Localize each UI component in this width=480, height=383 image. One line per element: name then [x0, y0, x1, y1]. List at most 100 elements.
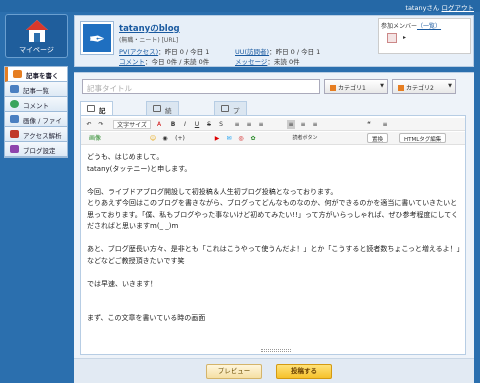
editor-frame: ↶ ↷ 文字サイズ A B I U S S ≡ ≡ ≡ ≡ ≡ ≡ “ ≡ 画像…	[80, 115, 466, 355]
blog-name-link[interactable]: tatanyのblog	[119, 22, 180, 34]
body-line	[87, 290, 463, 302]
twitter-icon[interactable]: ✉	[225, 134, 233, 143]
logout-link[interactable]: ログアウト	[442, 4, 475, 12]
category2-select[interactable]: カテゴリ2 ▼	[392, 79, 456, 94]
preview-button[interactable]: プレビュー	[206, 364, 262, 379]
chevron-right-icon[interactable]: ▸	[403, 34, 406, 41]
post-button[interactable]: 投稿する	[276, 364, 332, 379]
resize-grip[interactable]	[261, 349, 291, 352]
comment-link[interactable]: コメント	[119, 58, 145, 66]
pv-link[interactable]: PV(アクセス)	[119, 48, 158, 56]
body-line: 今回、ライブドアブログ開設して初投稿＆人生初ブログ投稿となっております。	[87, 187, 338, 196]
align-center-icon[interactable]: ≡	[245, 120, 253, 129]
image-icon	[10, 115, 19, 123]
mypage-button[interactable]: マイページ	[5, 14, 68, 58]
pencil-icon	[13, 70, 22, 78]
nav-item-settings[interactable]: ブログ設定	[5, 142, 67, 157]
chevron-down-icon: ▼	[448, 83, 452, 89]
members-box: 参加メンバー（一覧） ▸	[378, 18, 471, 54]
redo-icon[interactable]: ↷	[97, 120, 105, 129]
body-line: あと、ブログ歴長い方々、是非とも「これはこうやって使うんだよ！」とか「こうすると…	[87, 245, 461, 265]
article-body[interactable]: どうも、はじめまして。 tatany(タッテニー)と申します。 今回、ライブドアブ…	[87, 152, 463, 325]
align-right-icon[interactable]: ≡	[257, 120, 265, 129]
user-greeting: tatanyさん	[405, 4, 440, 12]
more-icon[interactable]: (+)	[173, 134, 187, 143]
pencil-icon	[153, 105, 161, 112]
body-line	[87, 302, 463, 314]
category2-label: カテゴリ2	[406, 85, 434, 92]
uu-link[interactable]: UU(訪問者)	[235, 48, 269, 56]
wrench-icon	[10, 145, 19, 153]
title-input[interactable]: 記事タイトル	[82, 79, 320, 94]
toolbar-row-2: 画像 ☺ ◉ (+) ▶ ✉ ◎ ✿ 読者ボタン 置換 HTMLタグ編集	[81, 132, 465, 145]
comment-icon	[10, 100, 19, 108]
member-avatar[interactable]	[387, 33, 397, 43]
nav-item-analytics[interactable]: アクセス解析	[5, 127, 67, 142]
nav-label: 記事を書く	[26, 72, 59, 80]
justify-right-icon[interactable]: ≡	[311, 120, 319, 129]
reader-button[interactable]: 読者ボタン	[287, 134, 323, 143]
left-nav: 記事を書く 記事一覧 コメント 画像 / ファイル アクセス解析 ブログ設定	[4, 66, 68, 158]
folder-icon	[330, 85, 336, 91]
toolbar-row-1: ↶ ↷ 文字サイズ A B I U S S ≡ ≡ ≡ ≡ ≡ ≡ “ ≡	[81, 118, 465, 131]
youtube-icon[interactable]: ▶	[213, 134, 221, 143]
chevron-down-icon: ▼	[380, 83, 384, 89]
html-edit-button[interactable]: HTMLタグ編集	[399, 133, 447, 143]
pv-value: ：昨日 0 / 今日 1	[158, 48, 210, 56]
list-icon	[10, 85, 19, 93]
mypage-label: マイページ	[19, 46, 54, 54]
image-insert-icon[interactable]: 画像	[85, 134, 105, 143]
strike-icon[interactable]: S	[205, 120, 213, 129]
chart-icon	[10, 130, 19, 138]
quote-icon[interactable]: “	[365, 120, 373, 129]
body-line: どうも、はじめまして。	[87, 153, 164, 161]
justify-left-icon[interactable]: ≡	[287, 120, 295, 129]
nav-item-write[interactable]: 記事を書く	[5, 67, 67, 82]
message-stat: メッセージ：未読 0件	[235, 56, 300, 66]
justify-center-icon[interactable]: ≡	[299, 120, 307, 129]
body-line: tatany(タッテニー)と申します。	[87, 164, 192, 173]
body-line	[87, 267, 463, 279]
tab-write[interactable]: 記事を書く	[80, 101, 113, 155]
comment-stat: コメント：今日 0件 / 未読 0件	[119, 56, 209, 66]
font-size-select[interactable]: 文字サイズ	[113, 120, 151, 129]
nav-item-articles[interactable]: 記事一覧	[5, 82, 67, 97]
message-value: ：未読 0件	[267, 58, 300, 66]
editor-area: 記事タイトル カテゴリ1▼ カテゴリ2▼ 記事を書く 続きを書く プライベート …	[74, 72, 474, 383]
replace-button[interactable]: 置換	[367, 133, 389, 143]
message-link[interactable]: メッセージ	[235, 58, 267, 66]
strike2-icon[interactable]: S	[217, 120, 225, 129]
body-line: では早速、いきます！	[87, 279, 157, 288]
emoji-icon[interactable]: ☺	[149, 134, 157, 143]
list-icon[interactable]: ≡	[381, 120, 389, 129]
members-list-link[interactable]: （一覧）	[417, 23, 441, 30]
uu-value: ：昨日 0 / 今日 1	[269, 48, 321, 56]
body-line: とりあえず今回はこのブログを書きながら、ブログってどんなものなのか、何ができるの…	[87, 199, 459, 230]
pencil-icon	[87, 105, 95, 112]
align-left-icon[interactable]: ≡	[233, 120, 241, 129]
nav-label: アクセス解析	[23, 132, 62, 140]
tab-continue[interactable]: 続きを書く	[146, 101, 179, 155]
pv-stat: PV(アクセス)：昨日 0 / 今日 1	[119, 46, 209, 56]
tab-private[interactable]: プライベート	[214, 101, 247, 165]
feather-icon: ✒	[80, 21, 114, 55]
folder-icon	[398, 85, 404, 91]
text-color-icon[interactable]: A	[155, 120, 163, 129]
nav-item-images[interactable]: 画像 / ファイル	[5, 112, 67, 135]
undo-icon[interactable]: ↶	[85, 120, 93, 129]
comment-value: ：今日 0件 / 未読 0件	[145, 58, 210, 66]
rakuten-icon[interactable]: ◎	[237, 134, 245, 143]
category1-select[interactable]: カテゴリ1 ▼	[324, 79, 388, 94]
nav-label: コメント	[23, 102, 49, 110]
map-icon[interactable]: ◉	[161, 134, 169, 143]
underline-icon[interactable]: U	[193, 120, 201, 129]
italic-icon[interactable]: I	[181, 120, 189, 129]
bold-icon[interactable]: B	[169, 120, 177, 129]
nav-item-comments[interactable]: コメント	[5, 97, 67, 112]
footer-bar: プレビュー 投稿する	[74, 358, 474, 383]
evernote-icon[interactable]: ✿	[249, 134, 257, 143]
category1-label: カテゴリ1	[338, 85, 366, 92]
body-line	[87, 175, 463, 187]
body-line	[87, 233, 463, 245]
top-bar: tatanyさん ログアウト	[0, 0, 480, 12]
